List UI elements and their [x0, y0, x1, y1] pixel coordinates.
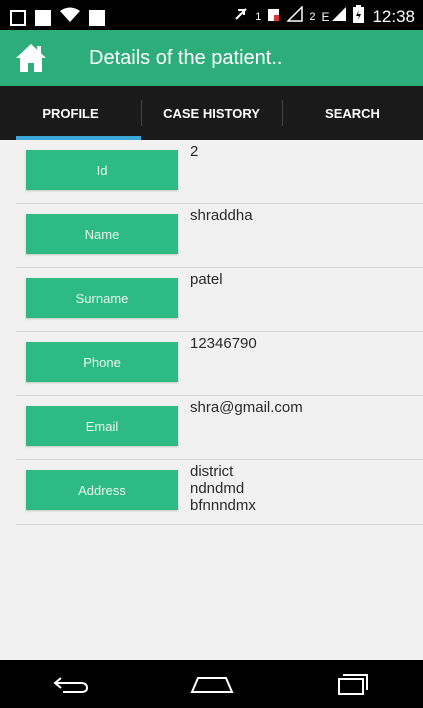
address-line: district — [190, 463, 234, 480]
email-value: shra@gmail.com — [190, 399, 303, 416]
clock: 12:38 — [372, 6, 415, 26]
system-nav-bar — [0, 660, 423, 708]
id-button[interactable]: Id — [26, 150, 178, 190]
tab-profile[interactable]: PROFILE — [0, 86, 141, 140]
field-row-id: Id 2 — [16, 140, 423, 204]
name-value: shraddha — [190, 207, 253, 224]
recents-button[interactable] — [323, 664, 383, 704]
tab-bar: PROFILE CASE HISTORY SEARCH — [0, 86, 423, 140]
surname-value: patel — [190, 271, 223, 288]
field-row-address: Address district ndndmd bfnnndmx — [16, 460, 423, 525]
address-value: district ndndmd bfnnndmx — [190, 463, 256, 514]
home-nav-icon — [189, 677, 234, 693]
sim2-label: 2 — [309, 10, 316, 23]
page-title: Details of the patient.. — [89, 47, 283, 69]
phone-value: 12346790 — [190, 335, 257, 352]
sim1-label: 1 — [255, 10, 262, 23]
address-line: ndndmd — [190, 480, 245, 497]
wifi-icon — [60, 7, 80, 28]
tab-case-history[interactable]: CASE HISTORY — [141, 86, 282, 140]
app-bar: Details of the patient.. — [0, 30, 423, 86]
battery-icon — [353, 5, 365, 28]
barcode-notification-icon — [89, 9, 105, 26]
barcode-notification-icon — [35, 9, 51, 26]
status-bar: 1 2 E 12:38 — [0, 0, 423, 30]
mute-icon — [233, 6, 249, 27]
network-type: E — [321, 9, 330, 24]
cell-signal-icon — [331, 6, 347, 27]
email-button[interactable]: Email — [26, 406, 178, 446]
surname-button[interactable]: Surname — [26, 278, 178, 318]
field-row-surname: Surname patel — [16, 268, 423, 332]
field-row-name: Name shraddha — [16, 204, 423, 268]
back-button[interactable] — [41, 664, 101, 704]
image-notification-icon — [10, 9, 26, 26]
name-button[interactable]: Name — [26, 214, 178, 254]
field-row-phone: Phone 12346790 — [16, 332, 423, 396]
home-icon[interactable] — [14, 41, 48, 75]
back-icon — [52, 677, 88, 693]
sim2-signal-icon — [286, 5, 304, 27]
patient-details: Id 2 Name shraddha Surname patel Phone 1… — [16, 140, 423, 525]
recents-icon — [337, 674, 368, 695]
id-value: 2 — [190, 143, 199, 160]
address-line: bfnnndmx — [190, 497, 256, 514]
tab-search[interactable]: SEARCH — [282, 86, 423, 140]
address-button[interactable]: Address — [26, 470, 178, 510]
field-row-email: Email shra@gmail.com — [16, 396, 423, 460]
phone-button[interactable]: Phone — [26, 342, 178, 382]
sim1-signal-icon — [267, 6, 281, 27]
home-nav-button[interactable] — [182, 664, 242, 704]
